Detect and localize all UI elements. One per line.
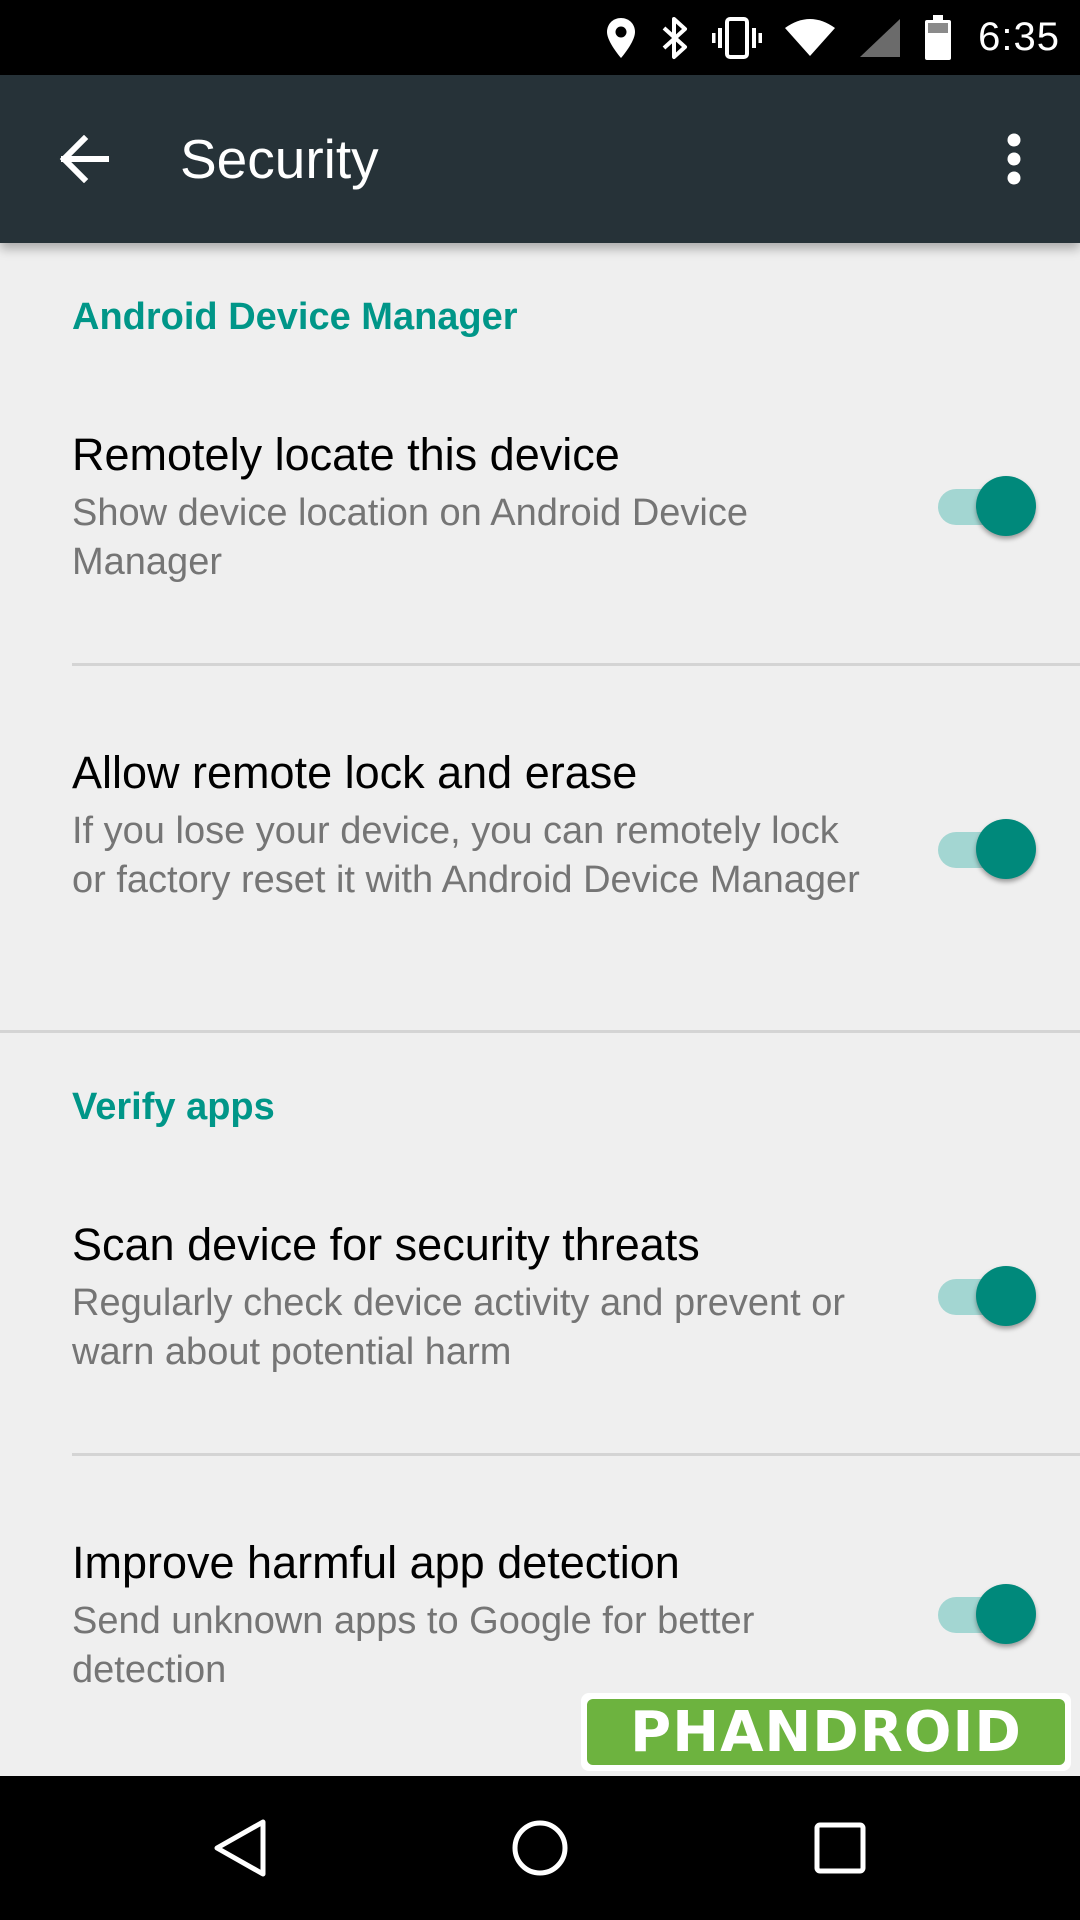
- pref-title: Scan device for security threats: [72, 1219, 700, 1270]
- nav-home-icon: [512, 1820, 568, 1876]
- switch-thumb: [976, 1584, 1036, 1644]
- pref-title: Allow remote lock and erase: [72, 747, 638, 798]
- pref-remote-lock-erase[interactable]: Allow remote lock and erase If you lose …: [0, 718, 1080, 1028]
- divider: [72, 663, 1080, 666]
- section-divider: [0, 1030, 1080, 1033]
- navigation-bar: [0, 1776, 1080, 1920]
- pref-summary: Regularly check device activity and prev…: [72, 1282, 846, 1373]
- back-button[interactable]: [44, 119, 124, 199]
- signal-icon: [858, 17, 902, 59]
- location-icon: [604, 16, 638, 60]
- more-vert-icon: [1007, 133, 1021, 185]
- improve-detection-switch[interactable]: [936, 1580, 1040, 1646]
- section-header-verify-apps: Verify apps: [72, 1086, 275, 1128]
- watermark-text: PHANDROID: [587, 1699, 1065, 1765]
- wifi-icon: [784, 18, 836, 58]
- overflow-menu-button[interactable]: [974, 119, 1054, 199]
- switch-thumb: [976, 819, 1036, 879]
- arrow-back-icon: [59, 135, 109, 183]
- battery-icon: [924, 14, 952, 61]
- pref-scan-threats[interactable]: Scan device for security threats Regular…: [0, 1190, 1080, 1452]
- status-time: 6:35: [978, 15, 1060, 59]
- vibrate-icon: [712, 16, 763, 60]
- pref-summary: Show device location on Android Device M…: [72, 492, 748, 583]
- switch-thumb: [976, 1266, 1036, 1326]
- scan-threats-switch[interactable]: [936, 1262, 1040, 1328]
- nav-recents-button[interactable]: [790, 1798, 890, 1898]
- nav-recents-icon: [814, 1822, 866, 1874]
- pref-remotely-locate[interactable]: Remotely locate this device Show device …: [0, 400, 1080, 662]
- page-title: Security: [180, 128, 379, 190]
- status-icons: 6:35: [582, 0, 1060, 75]
- app-bar: Security: [0, 75, 1080, 243]
- pref-title: Improve harmful app detection: [72, 1537, 680, 1588]
- phandroid-watermark: PHANDROID: [581, 1693, 1071, 1771]
- bluetooth-icon: [660, 15, 690, 61]
- pref-summary: Send unknown apps to Google for better d…: [72, 1600, 755, 1691]
- remotely-locate-switch[interactable]: [936, 472, 1040, 538]
- switch-thumb: [976, 476, 1036, 536]
- remote-lock-erase-switch[interactable]: [936, 815, 1040, 881]
- divider: [72, 1453, 1080, 1456]
- nav-back-icon: [214, 1819, 266, 1877]
- nav-back-button[interactable]: [190, 1798, 290, 1898]
- pref-summary: If you lose your device, you can remotel…: [72, 810, 860, 901]
- nav-home-button[interactable]: [490, 1798, 590, 1898]
- status-bar: 6:35: [0, 0, 1080, 75]
- pref-title: Remotely locate this device: [72, 429, 620, 480]
- section-header-android-device-manager: Android Device Manager: [72, 296, 518, 338]
